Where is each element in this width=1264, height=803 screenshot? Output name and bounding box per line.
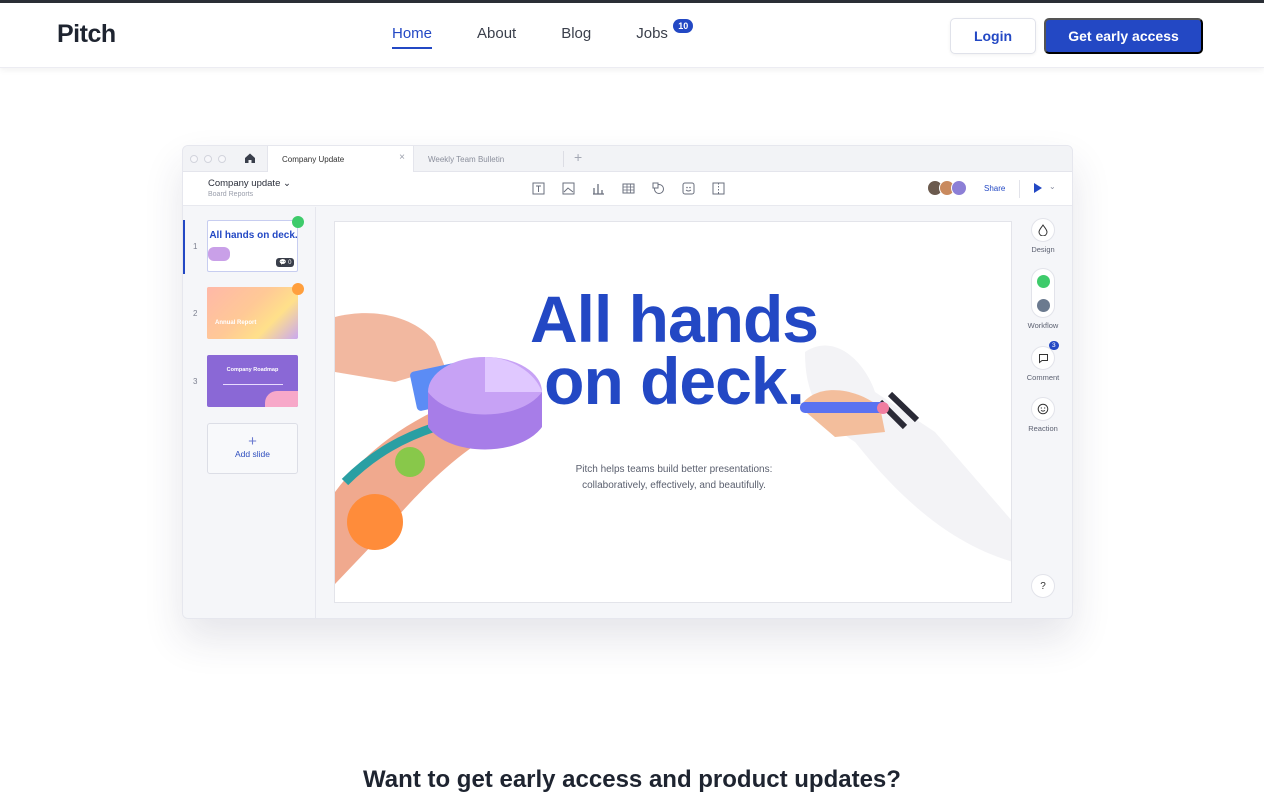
toolbar-divider: [1019, 180, 1020, 198]
app-preview-window: Company Update × Weekly Team Bulletin + …: [182, 145, 1073, 619]
slide-thumbnail[interactable]: All hands on deck. 💬 0: [207, 220, 298, 272]
thumbnail-art: [208, 247, 230, 261]
thumbnail-title: Annual Report: [215, 320, 257, 326]
window-minimize-dot[interactable]: [204, 155, 212, 163]
slide-thumbnail[interactable]: Company Roadmap: [207, 355, 298, 407]
play-icon[interactable]: [1034, 183, 1042, 193]
chevron-down-icon[interactable]: ⌄: [1049, 182, 1056, 191]
slide-thumbnail[interactable]: Annual Report: [207, 287, 298, 339]
check-icon: [1037, 275, 1050, 288]
thumbnail-art: [207, 287, 298, 339]
document-title[interactable]: Company update ⌄: [208, 178, 291, 189]
comment-panel-button[interactable]: 3 Comment: [1023, 341, 1063, 382]
add-slide-label: Add slide: [235, 449, 270, 459]
tab-close-icon[interactable]: ×: [399, 152, 405, 163]
thumbnail-title: All hands on deck.: [209, 230, 298, 241]
text-tool-icon[interactable]: [531, 181, 546, 196]
slide-thumbnail-row[interactable]: 3 Company Roadmap: [183, 355, 316, 409]
in-progress-status-icon: [292, 283, 304, 295]
approved-status-icon: [292, 216, 304, 228]
home-icon[interactable]: [243, 151, 257, 165]
share-button[interactable]: Share: [984, 184, 1005, 193]
avatar[interactable]: [951, 180, 967, 196]
top-navigation: Pitch Home About Blog Jobs 10 Login Get …: [0, 3, 1264, 68]
reaction-label: Reaction: [1028, 424, 1058, 433]
image-tool-icon[interactable]: [561, 181, 576, 196]
document-folder: Board Reports: [208, 191, 254, 198]
comment-label: Comment: [1026, 373, 1060, 382]
tab-weekly-team-bulletin[interactable]: Weekly Team Bulletin: [414, 146, 564, 172]
tab-company-update[interactable]: Company Update ×: [267, 146, 414, 172]
slide-thumbnail-row[interactable]: 1 All hands on deck. 💬 0: [183, 216, 316, 274]
window-maximize-dot[interactable]: [218, 155, 226, 163]
design-panel-button[interactable]: Design: [1023, 218, 1063, 254]
slide-subtitle-line1: Pitch helps teams build better presentat…: [575, 464, 773, 475]
workflow-panel-button[interactable]: Workflow: [1023, 268, 1063, 330]
droplet-icon: [1031, 218, 1055, 242]
window-close-dot[interactable]: [190, 155, 198, 163]
slide-headline-line1: All hands: [529, 282, 819, 356]
slide-list-sidebar: 1 All hands on deck. 💬 0 2 Annual Report…: [183, 207, 316, 618]
help-button[interactable]: ?: [1031, 574, 1055, 598]
emoji-icon: [1031, 397, 1055, 421]
slide-number: 2: [193, 309, 198, 318]
nav-links: Home About Blog Jobs 10: [392, 19, 713, 49]
early-access-heading: Want to get early access and product upd…: [363, 766, 901, 793]
embed-tool-icon[interactable]: [711, 181, 726, 196]
collaborator-avatars: [927, 180, 967, 196]
plus-icon: +: [248, 433, 257, 450]
new-tab-icon[interactable]: +: [574, 149, 582, 165]
window-controls: [190, 155, 226, 163]
slide-number: 1: [193, 242, 198, 251]
add-slide-button[interactable]: + Add slide: [207, 423, 298, 474]
shape-tool-icon[interactable]: [651, 181, 666, 196]
thumbnail-title: Company Roadmap: [226, 367, 279, 373]
assignee-avatar: [1037, 299, 1050, 312]
comment-count-badge: 3: [1049, 341, 1059, 350]
workflow-status-pill: [1031, 268, 1055, 318]
jobs-count-badge: 10: [673, 19, 694, 33]
slide-headline-line2: on deck.: [544, 344, 805, 418]
nav-about-link[interactable]: About: [477, 25, 516, 49]
chart-tool-icon[interactable]: [591, 181, 606, 196]
tab-label: Weekly Team Bulletin: [428, 154, 505, 164]
slide-number: 3: [193, 377, 198, 386]
app-tab-bar: Company Update × Weekly Team Bulletin +: [183, 146, 1072, 172]
table-tool-icon[interactable]: [621, 181, 636, 196]
nav-jobs-label: Jobs: [636, 25, 668, 42]
thumbnail-art: [265, 391, 298, 407]
get-early-access-button[interactable]: Get early access: [1044, 18, 1203, 54]
pitch-logo[interactable]: Pitch: [57, 20, 116, 49]
tab-label: Company Update: [282, 154, 345, 164]
slide-subtitle-line2: collaboratively, effectively, and beauti…: [582, 480, 766, 491]
reaction-panel-button[interactable]: Reaction: [1023, 397, 1063, 433]
insert-tools: [531, 181, 726, 196]
slide-subtitle[interactable]: Pitch helps teams build better presentat…: [335, 462, 1011, 494]
login-button[interactable]: Login: [950, 18, 1036, 54]
workflow-label: Workflow: [1027, 321, 1059, 330]
slide-canvas[interactable]: All hands on deck. Pitch helps teams bui…: [334, 221, 1012, 603]
tab-divider: [563, 151, 564, 167]
thumbnail-timeline: [223, 384, 283, 385]
editor-toolbar: Company update ⌄ Board Reports Share ⌄: [183, 172, 1072, 206]
design-label: Design: [1031, 245, 1055, 254]
comment-count-badge: 💬 0: [276, 258, 295, 267]
nav-blog-link[interactable]: Blog: [561, 25, 591, 49]
nav-home-link[interactable]: Home: [392, 25, 433, 49]
slide-headline[interactable]: All hands on deck.: [335, 282, 1011, 418]
sticker-tool-icon[interactable]: [681, 181, 696, 196]
nav-jobs-link[interactable]: Jobs 10: [636, 19, 694, 49]
slide-thumbnail-row[interactable]: 2 Annual Report: [183, 283, 316, 341]
